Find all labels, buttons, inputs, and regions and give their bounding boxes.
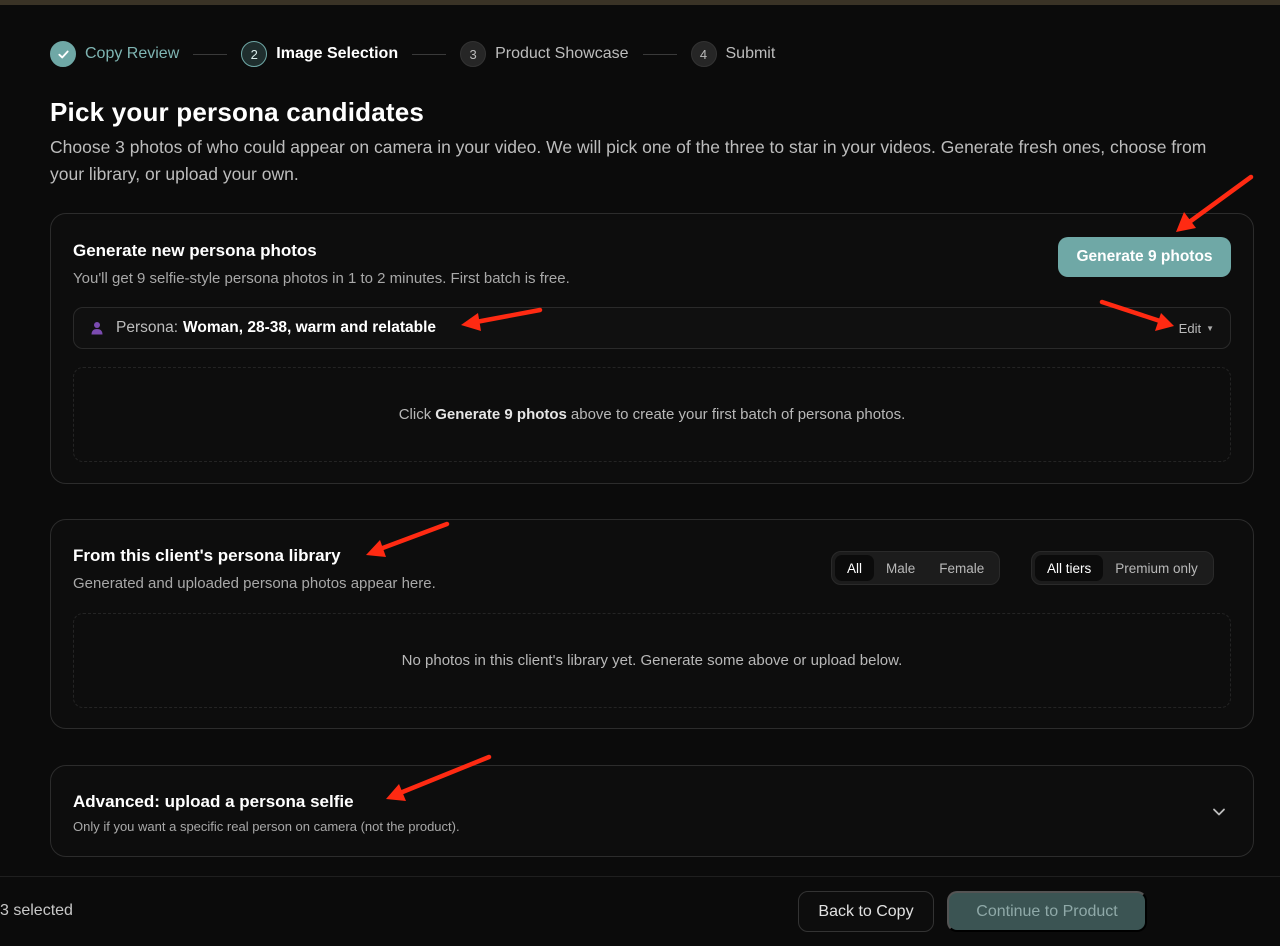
generate-subtitle: You'll get 9 selfie-style persona photos… xyxy=(73,270,570,287)
persona-value: Woman, 28-38, warm and relatable xyxy=(183,319,437,336)
filter-all[interactable]: All xyxy=(835,555,875,581)
page-subtitle: Choose 3 photos of who could appear on c… xyxy=(50,137,1207,184)
step-connector xyxy=(412,53,447,55)
generate-card: Generate new persona photos You'll get 9… xyxy=(50,213,1254,484)
filter-female[interactable]: Female xyxy=(927,555,996,581)
persona-label: Persona: xyxy=(116,319,179,336)
advanced-title: Advanced: upload a persona selfie xyxy=(73,792,354,811)
library-title: From this client's persona library xyxy=(73,546,341,565)
step-submit[interactable]: 4 Submit xyxy=(690,41,776,67)
library-empty-state: No photos in this client's library yet. … xyxy=(73,613,1231,708)
top-border xyxy=(0,0,1280,5)
empty-text-post: above to create your first batch of pers… xyxy=(570,406,906,423)
stepper: Copy Review 2 Image Selection 3 Product … xyxy=(50,40,775,68)
step-connector xyxy=(193,53,228,55)
library-subtitle: Generated and uploaded persona photos ap… xyxy=(73,575,436,592)
edit-label: Edit xyxy=(1178,320,1202,336)
step-number: 4 xyxy=(690,41,717,67)
tier-filter: All tiers Premium only xyxy=(1031,551,1214,585)
step-number: 2 xyxy=(241,41,268,67)
step-product-showcase[interactable]: 3 Product Showcase xyxy=(460,41,629,67)
advanced-upload-card[interactable]: Advanced: upload a persona selfie Only i… xyxy=(50,765,1254,857)
step-number: 3 xyxy=(460,41,487,67)
filter-male[interactable]: Male xyxy=(874,555,927,581)
step-label: Product Showcase xyxy=(495,45,629,62)
gender-filter: All Male Female xyxy=(831,551,1001,585)
generate-photos-button[interactable]: Generate 9 photos xyxy=(1058,237,1231,277)
filter-premium-only[interactable]: Premium only xyxy=(1103,555,1210,581)
advanced-subtitle: Only if you want a specific real person … xyxy=(73,819,460,834)
continue-to-product-button[interactable]: Continue to Product xyxy=(947,891,1147,932)
step-label: Copy Review xyxy=(85,45,180,62)
footer-bar: 3 selected Back to Copy Continue to Prod… xyxy=(0,876,1280,946)
page-title: Pick your persona candidates xyxy=(50,97,425,127)
person-icon xyxy=(91,322,103,335)
edit-persona-button[interactable]: Edit ▼ xyxy=(1179,321,1214,336)
page: Copy Review 2 Image Selection 3 Product … xyxy=(0,0,1280,946)
step-copy-review[interactable]: Copy Review xyxy=(50,41,179,67)
empty-text-pre: Click xyxy=(398,406,432,423)
selected-count: 3 selected xyxy=(0,902,73,919)
filter-all-tiers[interactable]: All tiers xyxy=(1035,555,1104,581)
generate-title: Generate new persona photos xyxy=(73,241,317,260)
step-label: Submit xyxy=(725,45,776,62)
caret-down-icon: ▼ xyxy=(1206,323,1214,333)
step-label: Image Selection xyxy=(276,45,399,62)
persona-row[interactable]: Persona: Woman, 28-38, warm and relatabl… xyxy=(73,307,1231,349)
empty-text-bold: Generate 9 photos xyxy=(435,406,567,423)
back-to-copy-button[interactable]: Back to Copy xyxy=(798,891,934,932)
step-image-selection[interactable]: 2 Image Selection xyxy=(241,41,398,67)
generate-empty-state: Click Generate 9 photos above to create … xyxy=(73,367,1231,462)
chevron-down-icon[interactable] xyxy=(1211,804,1227,820)
library-card: From this client's persona library Gener… xyxy=(50,519,1254,729)
step-connector xyxy=(642,53,677,55)
check-icon xyxy=(50,41,76,67)
